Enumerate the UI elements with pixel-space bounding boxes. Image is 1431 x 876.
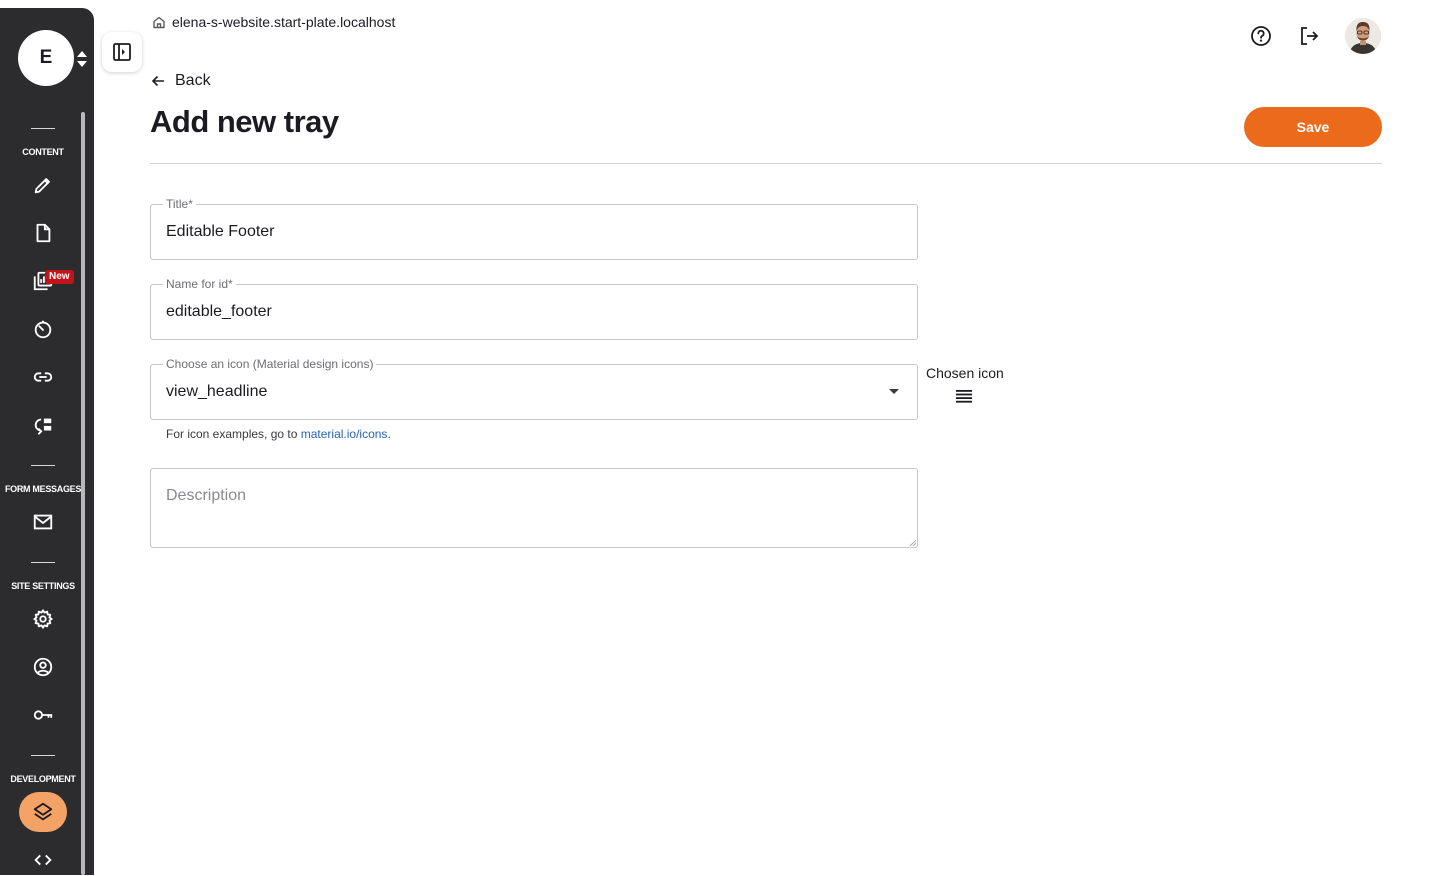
section-label-form-messages: FORM MESSAGES — [4, 484, 82, 494]
document-icon — [36, 223, 51, 243]
code-icon — [34, 854, 52, 866]
icon-select-label: Choose an icon (Material design icons) — [163, 357, 377, 371]
material-icons-link[interactable]: material.io/icons — [301, 427, 388, 441]
key-icon — [33, 710, 53, 720]
helper-suffix: . — [387, 427, 391, 441]
icon-select-value[interactable]: view_headline — [166, 383, 267, 401]
save-button[interactable]: Save — [1244, 107, 1382, 147]
sidebar-item-settings[interactable] — [27, 603, 59, 635]
section-divider — [31, 755, 55, 756]
icon-select[interactable]: Choose an icon (Material design icons) v… — [150, 357, 918, 420]
sidebar-item-code[interactable] — [27, 844, 59, 876]
gear-icon — [33, 609, 53, 629]
sidebar-item-edit[interactable] — [27, 169, 59, 201]
site-host: elena-s-website.start-plate.localhost — [152, 14, 395, 30]
icon-helper-text: For icon examples, go to material.io/ico… — [166, 427, 391, 441]
sidebar-item-links[interactable] — [27, 361, 59, 393]
section-divider — [31, 465, 55, 466]
sidebar-item-trays[interactable] — [19, 792, 67, 832]
section-divider — [31, 128, 55, 129]
arrow-left-icon — [151, 75, 164, 87]
top-actions — [1249, 18, 1381, 54]
page-title: Add new tray — [150, 104, 339, 139]
sidebar-item-schedule[interactable] — [27, 313, 59, 345]
header-divider — [150, 163, 1382, 164]
description-field[interactable]: Description — [150, 468, 918, 548]
sidebar: E CONTENT New FORM MESSAGES SITE SETTING… — [0, 8, 94, 875]
sidebar-toggle-button[interactable] — [102, 32, 142, 72]
sidebar-item-users[interactable] — [27, 651, 59, 683]
home-icon — [153, 16, 165, 29]
link-icon — [33, 372, 53, 382]
section-label-content: CONTENT — [22, 147, 64, 157]
chosen-icon-label: Chosen icon — [926, 365, 1004, 381]
new-badge: New — [45, 270, 74, 284]
user-photo-icon — [1345, 18, 1381, 54]
section-label-site-settings: SITE SETTINGS — [11, 581, 75, 591]
dropdown-arrow-icon[interactable] — [889, 389, 899, 394]
layers-icon — [33, 802, 53, 821]
sidebar-item-redirects[interactable] — [27, 409, 59, 441]
site-avatar[interactable]: E — [18, 30, 74, 86]
logout-button[interactable] — [1297, 24, 1321, 48]
mail-icon — [33, 514, 53, 530]
account-circle-icon — [33, 657, 53, 677]
resize-handle-icon[interactable] — [910, 540, 916, 546]
back-link-label: Back — [175, 72, 211, 89]
pencil-icon — [34, 178, 50, 194]
name-for-id-field-label: Name for id* — [163, 277, 236, 291]
timer-icon — [34, 320, 52, 339]
site-host-text: elena-s-website.start-plate.localhost — [172, 14, 396, 30]
section-label-development: DEVELOPMENT — [10, 774, 76, 784]
user-avatar[interactable] — [1345, 18, 1381, 54]
sidebar-toggle-icon — [113, 43, 131, 61]
helper-prefix: For icon examples, go to — [166, 427, 301, 441]
description-placeholder[interactable]: Description — [166, 487, 246, 505]
name-for-id-field-value[interactable]: editable_footer — [166, 303, 272, 321]
view-headline-icon — [956, 390, 972, 403]
sidebar-item-api-keys[interactable] — [27, 699, 59, 731]
title-field-label: Title* — [163, 197, 196, 211]
logout-icon — [1301, 27, 1319, 45]
sidebar-item-pages[interactable] — [27, 217, 59, 249]
section-divider — [31, 562, 55, 563]
help-icon — [1251, 26, 1271, 46]
name-for-id-field[interactable]: Name for id* editable_footer — [150, 277, 918, 340]
help-button[interactable] — [1249, 24, 1273, 48]
site-switcher-icon[interactable] — [76, 48, 88, 70]
back-link[interactable]: Back — [151, 72, 211, 90]
title-field[interactable]: Title* Editable Footer — [150, 197, 918, 260]
title-field-value[interactable]: Editable Footer — [166, 223, 275, 241]
sidebar-item-messages[interactable] — [27, 506, 59, 538]
redirect-icon — [34, 418, 52, 435]
